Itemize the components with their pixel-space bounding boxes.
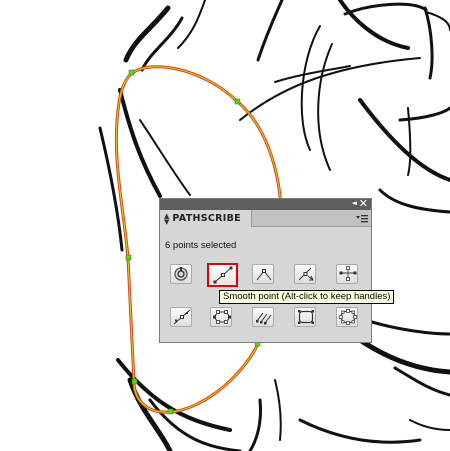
smooth-point-icon [213,266,233,284]
add-point-icon [173,309,191,325]
extend-handles-button[interactable] [252,307,274,327]
ellipse-shape-button[interactable] [336,307,358,327]
retract-handles-button[interactable] [294,264,316,284]
anchor-point [167,408,174,415]
convert-tool-button[interactable] [170,264,192,284]
anchor-point [125,254,132,261]
selection-status: 6 points selected [165,240,237,251]
corner-point-icon [256,269,272,281]
align-points-icon [339,266,357,281]
retract-handles-icon [298,267,314,281]
align-points-button[interactable] [336,264,358,284]
add-point-button[interactable] [170,307,192,327]
panel-menu-icon[interactable] [356,212,368,224]
corner-point-button[interactable] [252,264,274,284]
tab-pathscribe[interactable]: ▲ ▼ PATHSCRIBE [160,210,252,227]
rectangle-shape-icon [298,310,314,324]
panel-tab-row: ▲ ▼ PATHSCRIBE [160,210,371,227]
anchor-point [234,98,241,105]
smooth-point-tooltip: Smooth point (Alt-click to keep handles) [219,290,395,304]
anchor-point [128,69,135,76]
distribute-icon [213,310,231,324]
close-panel-button[interactable]: ✕ [359,198,368,209]
convert-icon [174,267,188,281]
collapse-panel-button[interactable]: ◂◂ [352,198,357,209]
extend-handles-icon [256,312,272,325]
tab-drag-arrows-icon: ▲ ▼ [164,211,170,226]
panel-titlebar[interactable]: ◂◂ ✕ [160,198,371,210]
distribute-points-button[interactable] [210,307,232,327]
ellipse-shape-icon [339,309,357,325]
tab-pathscribe-label: PATHSCRIBE [172,213,241,224]
smooth-point-button[interactable] [207,263,238,287]
anchor-point [131,378,138,385]
pathscribe-panel: ◂◂ ✕ ▲ ▼ PATHSCRIBE 6 points selected [159,198,372,343]
rectangle-shape-button[interactable] [294,307,316,327]
